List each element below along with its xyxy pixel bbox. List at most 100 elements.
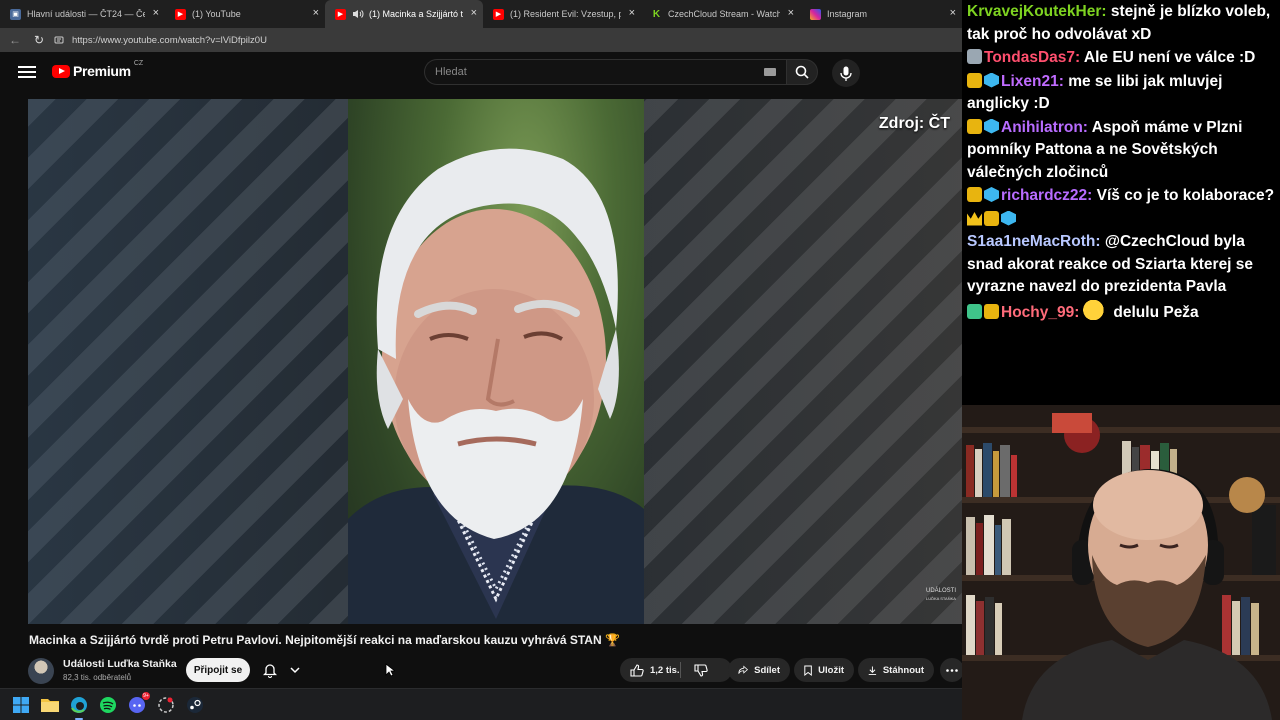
chat-username[interactable]: Lixen21: [1001,73,1064,90]
tab-resident-evil[interactable]: ▶ (1) Resident Evil: Vzestup, pád a znov… [483,0,641,28]
tab-czechcloud[interactable]: K CzechCloud Stream - Watch Live on Twit… [641,0,800,28]
youtube-play-icon [52,64,70,78]
site-info-icon[interactable] [54,35,64,45]
tab-active-video[interactable]: ▶ (1) Macinka a Szijjártó tvrdě proti Pe… [325,0,483,28]
cube-badge-icon [984,187,999,202]
hands-badge-icon [984,303,999,319]
close-tab-icon[interactable]: × [629,8,635,19]
close-icon[interactable]: × [950,7,956,19]
mouse-cursor-icon [385,663,395,677]
search-button[interactable] [786,59,818,85]
channel-avatar[interactable] [28,658,54,684]
chat-message: Lixen21: me se libi jak mluvjej anglicky… [967,71,1276,116]
discord-icon[interactable]: 9+ [126,691,150,716]
youtube-logo[interactable]: Premium CZ [52,59,144,79]
chat-text: Víš co je to kolaborace? [1096,187,1275,204]
thumbs-down-icon[interactable] [694,664,708,677]
region-code: CZ [133,59,144,67]
tab-title: (1) YouTube [192,9,241,19]
user-badges [967,72,999,88]
streamer-webcam-image [962,405,1280,720]
channel-name[interactable]: Události Luďka Staňka [63,658,177,670]
close-tab-icon[interactable]: × [471,8,477,19]
share-button[interactable]: Sdílet [728,658,790,682]
like-count[interactable]: 1,2 tis. [650,665,680,676]
cube-badge-icon [984,72,999,88]
stream-chat: KrvavejKoutekHer: stejně je blízko voleb… [962,0,1280,405]
chat-message: TondasDas7: Ale EU není ve válce :D [967,47,1276,70]
subscriber-count: 82,3 tis. odběratelů [63,673,132,682]
close-tab-icon[interactable]: × [153,8,159,19]
steam-icon[interactable] [184,694,206,716]
like-dislike-pill: 1,2 tis. [620,658,732,682]
cube-badge-icon [984,118,999,134]
watermark-line: LUĎKA STAŇKA [926,596,956,601]
chat-message: Hochy_99: delulu Peža [967,299,1276,325]
czechcloud-favicon-icon: K [652,8,661,20]
tab-youtube[interactable]: ▶ (1) YouTube × [165,0,325,28]
crown-badge-icon [967,212,982,226]
save-label: Uložit [818,664,844,676]
spotify-icon[interactable] [97,694,119,716]
chevron-down-icon [289,666,300,673]
screen: ▣ Hlavní události — ČT24 — Česká televiz… [0,0,1280,720]
chat-message: Anihilatron: Aspoň máme v Plzni pomníky … [967,117,1276,185]
search-input[interactable] [435,66,764,78]
user-badges [967,187,999,202]
download-label: Stáhnout [882,664,924,676]
close-tab-icon[interactable]: × [788,8,794,19]
windows-start-icon[interactable] [10,694,32,716]
keyboard-icon[interactable] [764,68,776,76]
share-icon [738,665,748,674]
voice-search-button[interactable] [832,59,860,87]
chat-username[interactable]: Anihilatron: [1001,119,1088,136]
source-label: Zdroj: ČT [878,115,950,132]
tab-instagram[interactable]: Instagram [800,0,930,28]
file-explorer-icon[interactable] [39,694,61,716]
chat-username[interactable]: KrvavejKoutekHer: [967,3,1107,20]
channel-watermark: UDÁLOSTI LUĎKA STAŇKA [926,588,956,602]
notification-button[interactable] [256,658,306,682]
sub-badge-icon [967,303,982,319]
chat-message: S1aa1neMacRoth: @CzechCloud byla snad ak… [967,209,1276,299]
chat-username[interactable]: S1aa1neMacRoth: [967,233,1101,250]
save-button[interactable]: Uložit [794,658,854,682]
thumbs-up-icon[interactable] [630,663,644,677]
chat-username[interactable]: TondasDas7: [984,49,1080,66]
download-button[interactable]: Stáhnout [858,658,934,682]
app-icon[interactable] [155,694,177,716]
ct24-favicon-icon: ▣ [10,8,21,20]
speaker-icon[interactable] [352,9,364,19]
divider [680,662,681,678]
video-player[interactable]: Zdroj: ČT UDÁLOSTI LUĎKA STAŇKA [28,99,962,624]
join-button[interactable]: Připojit se [186,658,250,682]
reload-icon[interactable]: ↻ [30,31,48,49]
close-tab-icon[interactable]: × [313,8,319,19]
tab-title: (1) Resident Evil: Vzestup, pád a znovuz… [510,9,621,19]
duck-emote-icon [1083,299,1110,320]
edge-browser-icon[interactable] [68,694,90,720]
url-field[interactable]: https://www.youtube.com/watch?v=lViDfpil… [54,30,962,50]
chat-message: KrvavejKoutekHer: stejně je blízko voleb… [967,1,1276,46]
tab-ct24[interactable]: ▣ Hlavní události — ČT24 — Česká televiz… [0,0,165,28]
video-title: Macinka a Szijjártó tvrdě proti Petru Pa… [29,633,620,647]
tab-title: Instagram [827,9,868,19]
user-badges [967,303,999,319]
chat-text: Ale EU není ve válce :D [1083,49,1256,66]
address-bar: ← ↻ https://www.youtube.com/watch?v=lViD… [0,28,962,52]
browser-window: ▣ Hlavní události — ČT24 — Česká televiz… [0,0,964,688]
notification-badge: 9+ [142,691,150,700]
share-label: Sdílet [754,664,780,676]
hands-badge-icon [984,210,999,226]
tab-title: Hlavní události — ČT24 — Česká televize [27,9,145,19]
back-icon[interactable]: ← [6,31,24,49]
cube-badge-icon [1001,210,1016,226]
chat-username[interactable]: Hochy_99: [1001,304,1079,321]
logo-text: Premium [73,63,131,79]
search-icon [795,65,809,79]
chat-username[interactable]: richardcz22: [1001,187,1092,204]
hands-badge-icon [967,187,982,202]
hamburger-menu-icon[interactable] [18,64,36,82]
youtube-masthead: Premium CZ [0,52,962,94]
more-actions-button[interactable] [940,658,964,682]
